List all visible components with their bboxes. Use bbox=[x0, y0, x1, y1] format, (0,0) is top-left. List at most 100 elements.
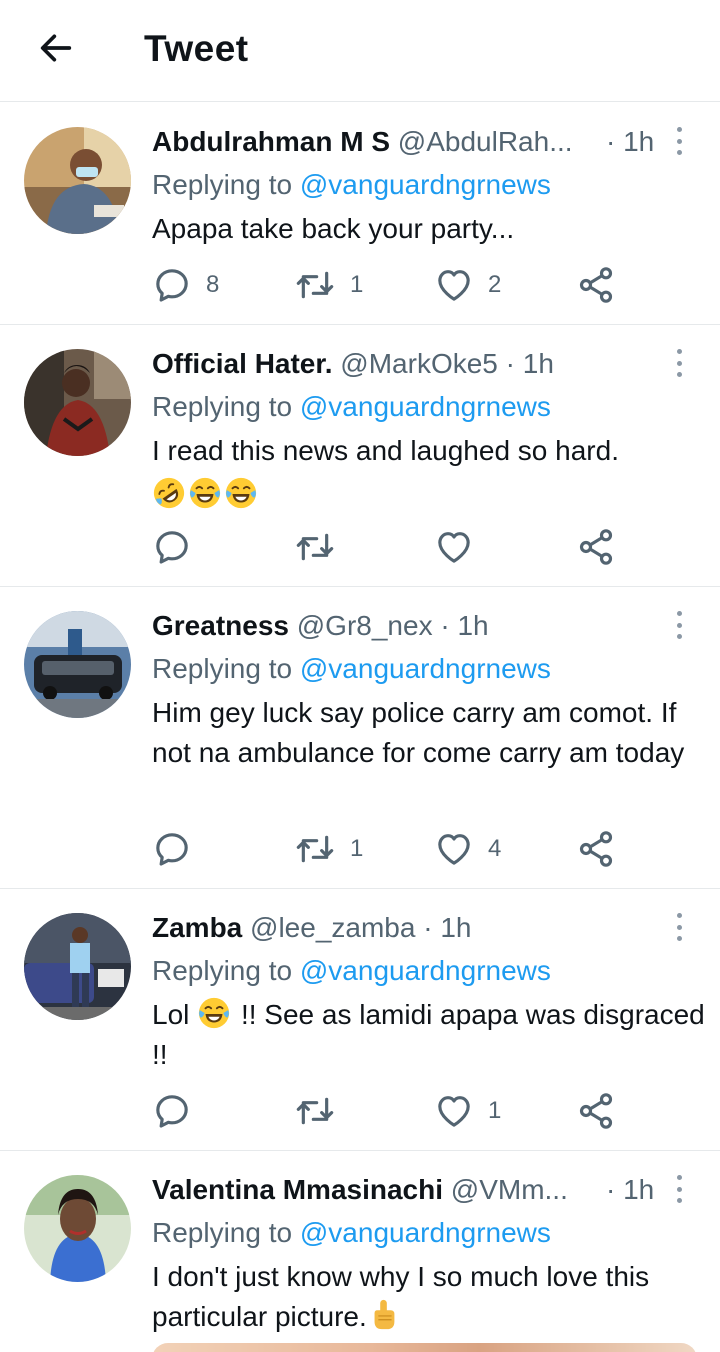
more-vertical-icon[interactable] bbox=[668, 909, 690, 945]
reply-tweet[interactable]: Greatness @Gr8_nex · 1h Replying to @van… bbox=[0, 587, 720, 889]
like-button[interactable]: 2 bbox=[434, 265, 501, 305]
display-name[interactable]: Zamba bbox=[152, 912, 242, 943]
replying-label: Replying to bbox=[152, 169, 293, 200]
replying-to: Replying to @vanguardngrnews bbox=[152, 951, 551, 991]
emoji-row bbox=[152, 475, 707, 511]
avatar[interactable] bbox=[24, 127, 131, 234]
tweet-text: Him gey luck say police carry am comot. … bbox=[152, 697, 685, 768]
retweet-button[interactable]: 1 bbox=[294, 829, 363, 869]
tweet-header: Zamba @lee_zamba · 1h bbox=[152, 907, 662, 949]
retweet-icon bbox=[294, 829, 336, 869]
user-handle: @Gr8_nex bbox=[296, 610, 433, 641]
like-button[interactable]: 1 bbox=[434, 1091, 501, 1131]
replying-to: Replying to @vanguardngrnews bbox=[152, 1213, 551, 1253]
avatar[interactable] bbox=[24, 913, 131, 1020]
tweet-actions: 1 4 bbox=[152, 829, 622, 869]
reply-tweet[interactable]: Official Hater. @MarkOke5 · 1h Replying … bbox=[0, 325, 720, 587]
like-count: 2 bbox=[488, 271, 502, 298]
reply-button[interactable] bbox=[152, 1091, 192, 1131]
tweet-header: Abdulrahman M S @AbdulRah... bbox=[152, 121, 662, 163]
user-handle: @lee_zamba bbox=[250, 912, 416, 943]
replying-to-handle[interactable]: @vanguardngrnews bbox=[300, 391, 551, 422]
display-name[interactable]: Official Hater. bbox=[152, 348, 333, 379]
avatar[interactable] bbox=[24, 1175, 131, 1282]
page-title: Tweet bbox=[144, 28, 249, 69]
tweet-header: Greatness @Gr8_nex · 1h bbox=[152, 605, 662, 647]
more-vertical-icon[interactable] bbox=[668, 123, 690, 159]
share-button[interactable] bbox=[576, 265, 616, 305]
top-app-bar: Tweet bbox=[0, 0, 720, 102]
replying-label: Replying to bbox=[152, 653, 293, 684]
tears-of-joy-emoji bbox=[188, 476, 222, 510]
reply-tweet[interactable]: Zamba @lee_zamba · 1h Replying to @vangu… bbox=[0, 889, 720, 1151]
heart-icon bbox=[434, 1091, 474, 1131]
heart-icon bbox=[434, 527, 474, 567]
replying-to: Replying to @vanguardngrnews bbox=[152, 649, 551, 689]
timestamp: · 1h bbox=[606, 126, 655, 157]
tweet-header: Valentina Mmasinachi @VMm... bbox=[152, 1169, 662, 1211]
tweet-text: Apapa take back your party... bbox=[152, 213, 515, 244]
tears-of-joy-emoji bbox=[224, 476, 258, 510]
share-icon bbox=[576, 527, 616, 567]
tears-of-joy-emoji bbox=[197, 996, 231, 1030]
tweet-actions bbox=[152, 527, 622, 567]
timestamp: · 1h bbox=[505, 348, 554, 379]
replying-to-handle[interactable]: @vanguardngrnews bbox=[300, 653, 551, 684]
like-count: 4 bbox=[488, 835, 502, 862]
reply-tweet[interactable]: Abdulrahman M S @AbdulRah... · 1h Replyi… bbox=[0, 103, 720, 325]
retweet-icon bbox=[294, 265, 336, 305]
reply-button[interactable]: 8 bbox=[152, 265, 219, 305]
replying-to-handle[interactable]: @vanguardngrnews bbox=[300, 955, 551, 986]
like-button[interactable]: 4 bbox=[434, 829, 501, 869]
display-name[interactable]: Greatness bbox=[152, 610, 289, 641]
retweet-button[interactable]: 1 bbox=[294, 265, 363, 305]
reply-tweet[interactable]: Valentina Mmasinachi @VMm... · 1h Replyi… bbox=[0, 1151, 720, 1352]
reply-icon bbox=[152, 527, 192, 567]
more-vertical-icon[interactable] bbox=[668, 345, 690, 381]
avatar[interactable] bbox=[24, 349, 131, 456]
reply-button[interactable] bbox=[152, 527, 192, 567]
tweet-text: I don't just know why I so much love thi… bbox=[152, 1257, 707, 1337]
back-arrow-icon[interactable] bbox=[34, 26, 78, 70]
heart-icon bbox=[434, 265, 474, 305]
more-vertical-icon[interactable] bbox=[668, 1171, 690, 1207]
retweet-icon bbox=[294, 527, 336, 567]
share-icon bbox=[576, 829, 616, 869]
replying-to-handle[interactable]: @vanguardngrnews bbox=[300, 169, 551, 200]
tweet-actions: 8 1 2 bbox=[152, 265, 622, 305]
retweet-button[interactable] bbox=[294, 1091, 336, 1131]
reply-icon bbox=[152, 1091, 192, 1131]
timestamp: · 1h bbox=[606, 1174, 655, 1205]
retweet-icon bbox=[294, 1091, 336, 1131]
user-handle: @VMm... bbox=[450, 1174, 568, 1205]
backhand-index-pointing-down-emoji bbox=[367, 1298, 401, 1332]
reply-button[interactable] bbox=[152, 829, 192, 869]
timestamp: · 1h bbox=[423, 912, 472, 943]
display-name[interactable]: Valentina Mmasinachi bbox=[152, 1174, 443, 1205]
share-button[interactable] bbox=[576, 1091, 616, 1131]
replying-label: Replying to bbox=[152, 955, 293, 986]
user-handle: @AbdulRah... bbox=[397, 126, 573, 157]
retweet-count: 1 bbox=[350, 835, 364, 862]
timestamp: · 1h bbox=[440, 610, 489, 641]
more-vertical-icon[interactable] bbox=[668, 607, 690, 643]
tweet-media-preview[interactable] bbox=[152, 1343, 697, 1352]
share-button[interactable] bbox=[576, 527, 616, 567]
tweet-actions: 1 bbox=[152, 1091, 622, 1131]
reply-icon bbox=[152, 829, 192, 869]
tweet-text-block: I read this news and laughed so hard. bbox=[152, 431, 707, 511]
replying-label: Replying to bbox=[152, 1217, 293, 1248]
replying-label: Replying to bbox=[152, 391, 293, 422]
display-name[interactable]: Abdulrahman M S bbox=[152, 126, 390, 157]
user-handle: @MarkOke5 bbox=[340, 348, 498, 379]
like-button[interactable] bbox=[434, 527, 474, 567]
reply-icon bbox=[152, 265, 192, 305]
tweet-text-after: !! See as lamidi apapa was disgraced !! bbox=[152, 999, 705, 1070]
retweet-button[interactable] bbox=[294, 527, 336, 567]
replying-to: Replying to @vanguardngrnews bbox=[152, 387, 551, 427]
share-icon bbox=[576, 265, 616, 305]
share-button[interactable] bbox=[576, 829, 616, 869]
avatar[interactable] bbox=[24, 611, 131, 718]
replying-to-handle[interactable]: @vanguardngrnews bbox=[300, 1217, 551, 1248]
heart-icon bbox=[434, 829, 474, 869]
